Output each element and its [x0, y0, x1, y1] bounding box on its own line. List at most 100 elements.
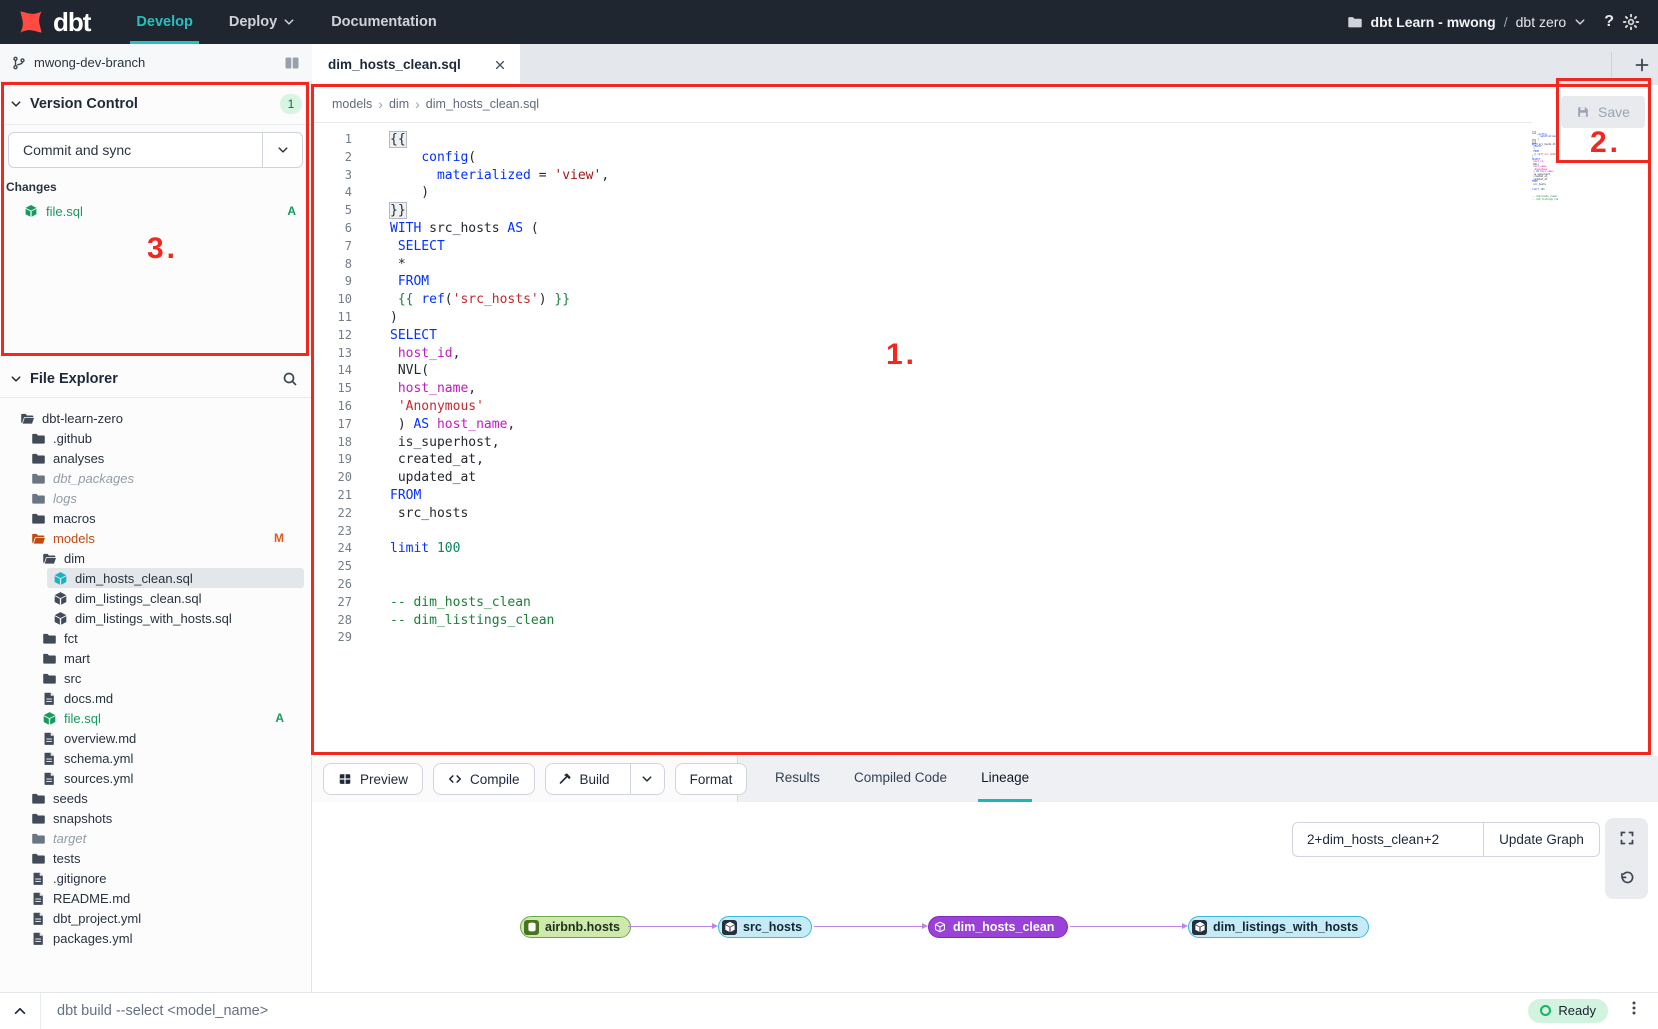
tree-item-dim-listings-clean-sql[interactable]: dim_listings_clean.sql — [0, 588, 312, 608]
code-lines[interactable]: 1{{2 config(3 materialized = 'view',4 )5… — [312, 131, 1512, 647]
overflow-menu-button[interactable] — [1626, 1000, 1642, 1021]
tree-item-dbt-project-yml[interactable]: dbt_project.yml — [0, 908, 312, 928]
code-line[interactable]: 7 SELECT — [312, 238, 1512, 256]
lineage-node-dim-listings-with-hosts[interactable]: dim_listings_with_hosts — [1188, 916, 1369, 938]
help-button[interactable]: ? — [1604, 13, 1614, 31]
tree-item-target[interactable]: target — [0, 828, 312, 848]
lineage-node-dim-hosts-clean[interactable]: dim_hosts_clean — [928, 916, 1068, 938]
commit-options-dropdown[interactable] — [262, 133, 302, 167]
chevron-down-icon[interactable] — [10, 98, 22, 110]
code-line[interactable]: 29 — [312, 629, 1512, 647]
format-button[interactable]: Format — [675, 763, 748, 795]
tree-item-file-sql[interactable]: file.sqlA — [0, 708, 312, 728]
code-line[interactable]: 20 updated_at — [312, 469, 1512, 487]
code-line[interactable]: 10 {{ ref('src_hosts') }} — [312, 291, 1512, 309]
tree-item-analyses[interactable]: analyses — [0, 448, 312, 468]
code-line[interactable]: 14 NVL( — [312, 362, 1512, 380]
minimap[interactable]: {{ config( materialized = 'view', )}}WIT… — [1532, 131, 1558, 205]
lineage-node-airbnb-hosts[interactable]: airbnb.hosts — [520, 916, 631, 938]
tree-item-src[interactable]: src — [0, 668, 312, 688]
build-options-dropdown[interactable] — [630, 764, 664, 794]
compile-button[interactable]: Compile — [433, 763, 535, 795]
code-line[interactable]: 16 'Anonymous' — [312, 398, 1512, 416]
preview-button[interactable]: Preview — [323, 763, 423, 795]
expand-command-bar-button[interactable] — [0, 1004, 40, 1018]
tree-item-mart[interactable]: mart — [0, 648, 312, 668]
chevron-down-icon[interactable] — [1574, 16, 1586, 28]
tree-item-dim-listings-with-hosts-sql[interactable]: dim_listings_with_hosts.sql — [0, 608, 312, 628]
tree-item-snapshots[interactable]: snapshots — [0, 808, 312, 828]
tree-item-docs-md[interactable]: docs.md — [0, 688, 312, 708]
code-line[interactable]: 8 * — [312, 256, 1512, 274]
nav-item-develop[interactable]: Develop — [118, 0, 210, 44]
tree-item-overview-md[interactable]: overview.md — [0, 728, 312, 748]
code-line[interactable]: 5}} — [312, 202, 1512, 220]
tab-results[interactable]: Results — [772, 756, 823, 802]
chevron-down-icon[interactable] — [10, 373, 22, 385]
code-line[interactable]: 24limit 100 — [312, 540, 1512, 558]
code-line[interactable]: 21FROM — [312, 487, 1512, 505]
nav-item-deploy[interactable]: Deploy — [211, 0, 313, 44]
tree-item-fct[interactable]: fct — [0, 628, 312, 648]
tab-dim-hosts-clean[interactable]: dim_hosts_clean.sql — [312, 44, 520, 85]
tab-compiled-code[interactable]: Compiled Code — [851, 756, 950, 802]
file-explorer-header[interactable]: File Explorer — [0, 362, 312, 396]
tree-item-dbt-packages[interactable]: dbt_packages — [0, 468, 312, 488]
tree-item-packages-yml[interactable]: packages.yml — [0, 928, 312, 948]
code-line[interactable]: 13 host_id, — [312, 345, 1512, 363]
update-graph-button[interactable]: Update Graph — [1483, 823, 1599, 856]
build-main[interactable]: Build — [546, 764, 622, 794]
account-name[interactable]: dbt Learn - mwong — [1371, 14, 1496, 30]
version-control-header[interactable]: Version Control 1 — [0, 88, 312, 120]
build-button[interactable]: Build — [545, 763, 665, 795]
code-line[interactable]: 28-- dim_listings_clean — [312, 612, 1512, 630]
tree-item-dbt-learn-zero[interactable]: dbt-learn-zero — [0, 408, 312, 428]
changed-file-row[interactable]: file.sql A — [0, 200, 312, 222]
tree-item-sources-yml[interactable]: sources.yml — [0, 768, 312, 788]
commit-and-sync-button[interactable]: Commit and sync — [8, 132, 303, 168]
code-line[interactable]: 17 ) AS host_name, — [312, 416, 1512, 434]
tree-item-logs[interactable]: logs — [0, 488, 312, 508]
code-line[interactable]: 25 — [312, 558, 1512, 576]
code-line[interactable]: 6WITH src_hosts AS ( — [312, 220, 1512, 238]
code-line[interactable]: 22 src_hosts — [312, 505, 1512, 523]
tree-item-models[interactable]: modelsM — [0, 528, 312, 548]
code-line[interactable]: 19 created_at, — [312, 451, 1512, 469]
code-line[interactable]: 11) — [312, 309, 1512, 327]
tab-lineage[interactable]: Lineage — [978, 756, 1032, 802]
code-line[interactable]: 4 ) — [312, 184, 1512, 202]
code-line[interactable]: 12SELECT — [312, 327, 1512, 345]
code-line[interactable]: 26 — [312, 576, 1512, 594]
code-line[interactable]: 2 config( — [312, 149, 1512, 167]
project-selector[interactable]: dbt zero — [1516, 14, 1567, 30]
code-line[interactable]: 15 host_name, — [312, 380, 1512, 398]
tree-item-dim-hosts-clean-sql[interactable]: dim_hosts_clean.sql — [0, 568, 312, 588]
code-line[interactable]: 1{{ — [312, 131, 1512, 149]
code-line[interactable]: 3 materialized = 'view', — [312, 167, 1512, 185]
tree-item-macros[interactable]: macros — [0, 508, 312, 528]
tree-item--github[interactable]: .github — [0, 428, 312, 448]
code-line[interactable]: 27-- dim_hosts_clean — [312, 594, 1512, 612]
code-line[interactable]: 18 is_superhost, — [312, 434, 1512, 452]
lineage-selector-input[interactable]: 2+dim_hosts_clean+2 — [1293, 823, 1483, 856]
save-button[interactable]: Save — [1561, 96, 1645, 128]
close-icon[interactable] — [494, 59, 506, 71]
code-editor[interactable]: models›dim›dim_hosts_clean.sql Save 1{{2… — [312, 85, 1658, 756]
tree-item-dim[interactable]: dim — [0, 548, 312, 568]
tree-item-readme-md[interactable]: README.md — [0, 888, 312, 908]
code-line[interactable]: 9 FROM — [312, 273, 1512, 291]
code-line[interactable]: 23 — [312, 523, 1512, 541]
lineage-node-src-hosts[interactable]: src_hosts — [718, 916, 812, 938]
search-icon[interactable] — [282, 371, 298, 387]
settings-gear-icon[interactable] — [1622, 13, 1640, 31]
tree-item-tests[interactable]: tests — [0, 848, 312, 868]
new-tab-button[interactable] — [1634, 44, 1650, 85]
tree-item--gitignore[interactable]: .gitignore — [0, 868, 312, 888]
fullscreen-icon[interactable] — [1619, 830, 1635, 846]
split-view-icon[interactable] — [284, 55, 300, 71]
reset-view-icon[interactable] — [1619, 871, 1635, 887]
command-input[interactable]: dbt build --select <model_name> — [41, 1003, 1528, 1019]
tree-item-seeds[interactable]: seeds — [0, 788, 312, 808]
nav-item-documentation[interactable]: Documentation — [313, 0, 455, 44]
branch-bar[interactable]: mwong-dev-branch — [0, 44, 312, 82]
